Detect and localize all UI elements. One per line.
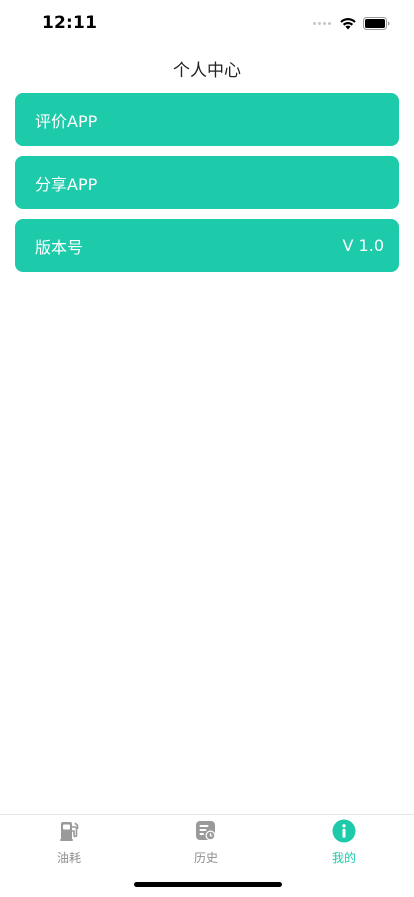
menu-item-label: 版本号 <box>35 237 84 257</box>
tab-fuel[interactable]: 油耗 <box>34 819 104 866</box>
status-time: 12:11 <box>42 13 98 33</box>
history-list-icon <box>196 821 216 841</box>
tab-mine[interactable]: 我的 <box>309 819 379 866</box>
home-indicator <box>134 882 282 887</box>
cellular-signal-icon <box>311 21 331 25</box>
wifi-icon <box>340 17 356 29</box>
menu-list: 评价APP 分享APP 版本号 V 1.0 <box>15 93 399 282</box>
battery-icon <box>363 16 390 30</box>
fuel-pump-icon <box>60 822 79 841</box>
status-indicators <box>311 15 390 31</box>
menu-item-label: 分享APP <box>35 174 98 194</box>
status-bar: 12:11 <box>0 0 414 48</box>
share-app-button[interactable]: 分享APP <box>15 156 399 209</box>
version-item[interactable]: 版本号 V 1.0 <box>15 219 399 272</box>
menu-item-label: 评价APP <box>35 111 98 131</box>
info-icon <box>332 819 356 843</box>
tab-history[interactable]: 历史 <box>171 819 241 866</box>
tab-label: 历史 <box>193 851 218 865</box>
tab-label: 油耗 <box>56 851 81 865</box>
page-title: 个人中心 <box>173 61 241 81</box>
rate-app-button[interactable]: 评价APP <box>15 93 399 146</box>
version-value: V 1.0 <box>342 236 384 255</box>
tab-label: 我的 <box>331 851 356 865</box>
